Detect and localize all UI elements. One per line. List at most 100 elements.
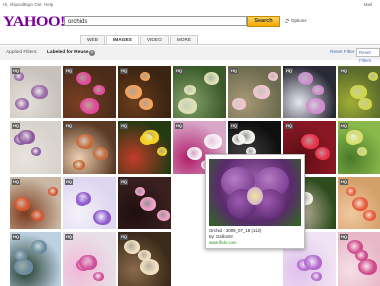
- flower-graphic: [157, 210, 170, 222]
- flower-graphic: [125, 85, 142, 100]
- hq-badge: HQ: [12, 123, 20, 129]
- flower-graphic: [93, 147, 108, 160]
- flower-graphic: [124, 240, 140, 254]
- flower-graphic: [204, 134, 222, 150]
- flower-graphic: [315, 147, 330, 160]
- hq-badge: HQ: [175, 68, 183, 74]
- flower-graphic: [138, 250, 151, 262]
- image-thumbnail[interactable]: HQ: [118, 177, 171, 229]
- image-thumbnail[interactable]: HQ: [338, 177, 380, 229]
- flower-graphic: [140, 259, 159, 276]
- hq-badge: HQ: [120, 68, 128, 74]
- image-thumbnail[interactable]: HQ: [118, 66, 171, 118]
- flower-graphic: [142, 130, 159, 145]
- hq-badge: HQ: [120, 179, 128, 185]
- image-thumbnail[interactable]: HQ: [283, 66, 336, 118]
- flower-graphic: [93, 210, 111, 226]
- flower-graphic: [204, 72, 219, 85]
- flower-graphic: [358, 259, 377, 276]
- image-thumbnail[interactable]: HQ: [173, 66, 226, 118]
- flower-graphic: [268, 72, 278, 81]
- flower-graphic: [135, 187, 145, 196]
- flower-graphic: [346, 130, 363, 145]
- preview-author: By: Dalibo93: [209, 234, 233, 239]
- flower-graphic: [76, 192, 91, 205]
- flower-graphic: [73, 160, 85, 171]
- flower-graphic: [18, 130, 35, 145]
- hq-badge: HQ: [340, 123, 348, 129]
- flower-graphic: [79, 255, 97, 271]
- hq-badge: HQ: [120, 234, 128, 240]
- flower-graphic: [80, 98, 99, 115]
- image-thumbnail[interactable]: HQ: [118, 121, 171, 174]
- hq-badge: HQ: [65, 179, 73, 185]
- flower-graphic: [298, 72, 313, 85]
- image-thumbnail[interactable]: HQ: [10, 232, 61, 286]
- hq-badge: HQ: [12, 234, 20, 240]
- flower-graphic: [14, 250, 27, 262]
- hq-badge: HQ: [340, 234, 348, 240]
- flower-graphic: [368, 72, 378, 81]
- flower-graphic: [352, 197, 368, 211]
- flower-graphic: [178, 98, 197, 115]
- image-thumbnail[interactable]: HQ: [338, 232, 380, 286]
- preview-title: Orchid - 2009_07_18 (112): [209, 228, 262, 233]
- flower-graphic: [312, 85, 324, 96]
- image-thumbnail[interactable]: HQ: [118, 232, 171, 286]
- flower-graphic: [15, 98, 29, 110]
- flower-graphic: [232, 98, 246, 110]
- hq-badge: HQ: [340, 68, 348, 74]
- flower-graphic: [140, 72, 150, 81]
- hq-badge: HQ: [285, 123, 293, 129]
- preview-image[interactable]: [209, 159, 301, 226]
- flower-graphic: [14, 197, 30, 211]
- flower-graphic: [306, 98, 325, 115]
- image-thumbnail[interactable]: HQ: [63, 121, 116, 174]
- flower-graphic: [157, 147, 167, 156]
- image-thumbnail[interactable]: HQ: [10, 121, 61, 174]
- hq-badge: HQ: [12, 68, 20, 74]
- hq-badge: HQ: [230, 123, 238, 129]
- image-thumbnail[interactable]: HQ: [338, 121, 380, 174]
- hq-badge: HQ: [175, 123, 183, 129]
- flower-graphic: [93, 272, 104, 282]
- flower-graphic: [346, 187, 356, 196]
- flower-graphic: [304, 255, 322, 271]
- image-thumbnail[interactable]: HQ: [10, 66, 61, 118]
- image-thumbnail[interactable]: HQ: [10, 177, 61, 229]
- image-thumbnail[interactable]: HQ: [228, 66, 281, 118]
- flower-graphic: [48, 187, 58, 196]
- flower-graphic: [238, 130, 255, 145]
- flower-graphic: [139, 98, 153, 110]
- image-preview-popup[interactable]: Orchid - 2009_07_18 (112) By: Dalibo93 w…: [205, 154, 305, 249]
- flower-graphic: [184, 85, 196, 96]
- hq-badge: HQ: [65, 123, 73, 129]
- image-thumbnail[interactable]: HQ: [63, 232, 116, 286]
- flower-graphic: [363, 210, 376, 222]
- flower-graphic: [14, 259, 33, 276]
- image-thumbnail[interactable]: HQ: [63, 66, 116, 118]
- flower-graphic: [31, 240, 47, 254]
- flower-graphic: [93, 85, 105, 96]
- flower-graphic: [76, 134, 94, 150]
- image-thumbnail[interactable]: HQ: [63, 177, 116, 229]
- hq-badge: HQ: [65, 234, 73, 240]
- flower-graphic: [301, 134, 319, 150]
- hq-badge: HQ: [65, 68, 73, 74]
- hq-badge: HQ: [285, 68, 293, 74]
- flower-graphic: [31, 210, 44, 222]
- image-thumbnail[interactable]: HQ: [338, 66, 380, 118]
- preview-source-link[interactable]: www.flickr.com: [209, 240, 236, 245]
- hq-badge: HQ: [120, 123, 128, 129]
- flower-graphic: [253, 85, 270, 100]
- flower-graphic: [140, 197, 156, 211]
- hq-badge: HQ: [230, 68, 238, 74]
- flower-graphic: [358, 98, 372, 110]
- flower-graphic: [31, 147, 41, 156]
- hq-badge: HQ: [340, 179, 348, 185]
- flower-graphic: [355, 250, 368, 262]
- image-results-grid: HQ HQ HQ HQ HQ HQ HQ HQ HQ HQ HQ HQ HQ HQ HQ HQ HQ HQ HQ HQ…: [0, 0, 380, 286]
- flower-graphic: [31, 85, 48, 100]
- flower-graphic: [187, 147, 202, 160]
- flower-graphic: [76, 72, 91, 85]
